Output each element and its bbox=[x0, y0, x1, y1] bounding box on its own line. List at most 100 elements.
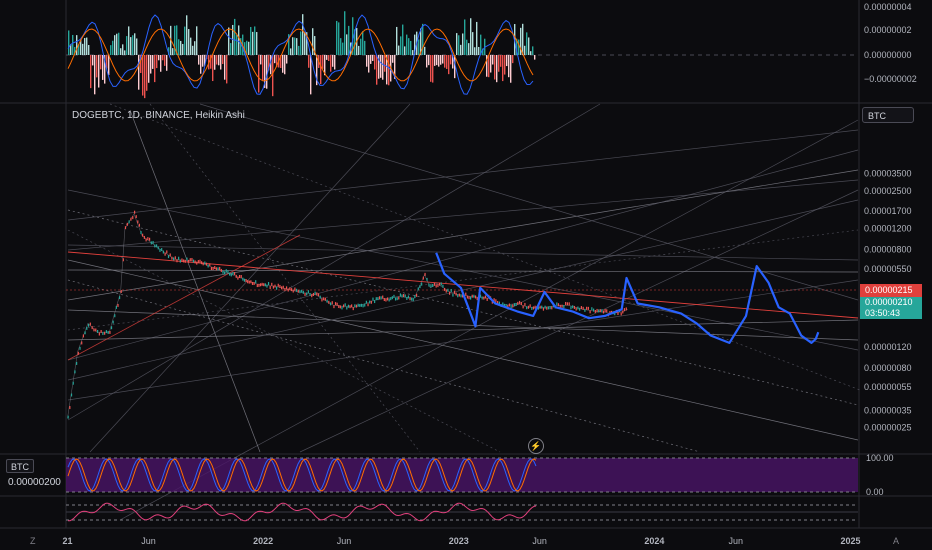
macd-bar bbox=[88, 45, 90, 55]
price-candle bbox=[527, 305, 530, 309]
price-candle bbox=[473, 294, 475, 298]
price-candle bbox=[457, 294, 459, 298]
left-currency-button[interactable]: BTC bbox=[6, 459, 34, 473]
price-candle bbox=[316, 292, 318, 296]
price-candle bbox=[112, 320, 114, 324]
price-candle bbox=[274, 284, 276, 288]
macd-bar bbox=[98, 55, 100, 88]
price-candle bbox=[164, 252, 166, 256]
macd-bar bbox=[450, 55, 452, 65]
macd-bar bbox=[258, 55, 260, 93]
price-tick-label: 0.00003500 bbox=[864, 169, 912, 179]
price-candle bbox=[240, 275, 242, 279]
price-candle bbox=[189, 258, 191, 262]
price-candle bbox=[460, 294, 462, 298]
price-candle bbox=[109, 330, 111, 334]
lightning-icon[interactable]: ⚡ bbox=[528, 438, 544, 454]
price-candle bbox=[118, 296, 121, 300]
auto-scale-button[interactable]: A bbox=[893, 536, 899, 546]
price-candle bbox=[87, 323, 90, 327]
price-candle bbox=[508, 303, 511, 307]
price-candle bbox=[154, 244, 156, 248]
price-candle bbox=[542, 307, 545, 311]
price-candle bbox=[580, 306, 583, 310]
price-candle bbox=[197, 260, 199, 264]
macd-bar bbox=[460, 44, 462, 55]
macd-bar bbox=[180, 40, 182, 55]
x-tick-label: 2025 bbox=[840, 536, 860, 546]
price-candle bbox=[115, 305, 117, 309]
price-candle bbox=[297, 289, 299, 293]
price-candle bbox=[152, 240, 154, 244]
price-candle bbox=[354, 304, 356, 308]
price-candle bbox=[352, 307, 354, 311]
price-candle bbox=[181, 258, 183, 262]
price-candle bbox=[321, 298, 323, 302]
price-candle bbox=[351, 304, 353, 308]
price-candle bbox=[577, 306, 579, 310]
macd-bar bbox=[444, 55, 446, 68]
price-candle bbox=[271, 282, 273, 286]
macd-bar bbox=[86, 37, 88, 55]
macd-bar bbox=[158, 55, 160, 61]
macd-bar bbox=[424, 46, 426, 55]
macd-bar bbox=[434, 55, 436, 66]
price-candle bbox=[157, 246, 159, 250]
price-candle bbox=[561, 304, 563, 308]
price-candle bbox=[484, 295, 487, 299]
macd-bar bbox=[466, 39, 468, 55]
price-candle bbox=[398, 296, 400, 300]
macd-bar bbox=[376, 55, 378, 85]
macd-bar bbox=[156, 55, 158, 69]
macd-tick-label: 0.00000004 bbox=[864, 2, 912, 12]
macd-bar bbox=[184, 26, 186, 55]
currency-button[interactable]: BTC bbox=[862, 107, 914, 123]
price-candle bbox=[299, 290, 301, 294]
macd-bar bbox=[498, 55, 500, 72]
price-candle bbox=[592, 308, 595, 312]
macd-bar bbox=[166, 55, 168, 71]
macd-bar bbox=[250, 26, 252, 55]
price-candle bbox=[237, 276, 239, 280]
price-candle bbox=[367, 303, 369, 307]
price-candle bbox=[319, 295, 321, 299]
price-candle bbox=[422, 276, 424, 280]
macd-bar bbox=[202, 55, 204, 67]
macd-bar bbox=[220, 55, 222, 70]
price-candle bbox=[287, 288, 289, 292]
price-candle bbox=[470, 296, 472, 300]
price-candle bbox=[272, 285, 274, 289]
zoom-left-button[interactable]: Z bbox=[30, 536, 36, 546]
price-candle bbox=[403, 294, 405, 298]
price-candle bbox=[173, 257, 175, 261]
price-candle bbox=[176, 259, 178, 263]
price-candle bbox=[406, 296, 408, 300]
macd-bar bbox=[72, 34, 74, 55]
price-candle bbox=[191, 257, 193, 261]
price-candle bbox=[95, 328, 97, 332]
price-candle bbox=[391, 296, 393, 300]
macd-bar bbox=[436, 55, 438, 66]
chart-canvas[interactable]: 0.00000004 0.00000002 0.00000000 −0.0000000… bbox=[0, 0, 932, 550]
price-candle bbox=[520, 301, 522, 305]
price-candle bbox=[89, 322, 91, 326]
macd-bar bbox=[108, 55, 110, 76]
price-candle bbox=[233, 272, 236, 276]
macd-bar bbox=[298, 45, 300, 55]
price-candle bbox=[598, 309, 600, 313]
price-candle bbox=[258, 283, 260, 287]
price-candle bbox=[79, 346, 81, 350]
price-candle bbox=[440, 282, 442, 286]
price-tick-label: 0.00001200 bbox=[864, 224, 912, 234]
price-candle bbox=[200, 261, 203, 265]
macd-bar bbox=[464, 19, 466, 55]
price-candle bbox=[179, 259, 181, 263]
price-candle bbox=[380, 296, 382, 300]
price-candle bbox=[575, 307, 577, 311]
price-tick-label: 0.00000080 bbox=[864, 363, 912, 373]
macd-bar bbox=[528, 37, 530, 55]
macd-bar bbox=[358, 45, 360, 55]
price-candle bbox=[145, 238, 147, 242]
price-candle bbox=[551, 306, 553, 310]
price-candle bbox=[280, 286, 283, 290]
